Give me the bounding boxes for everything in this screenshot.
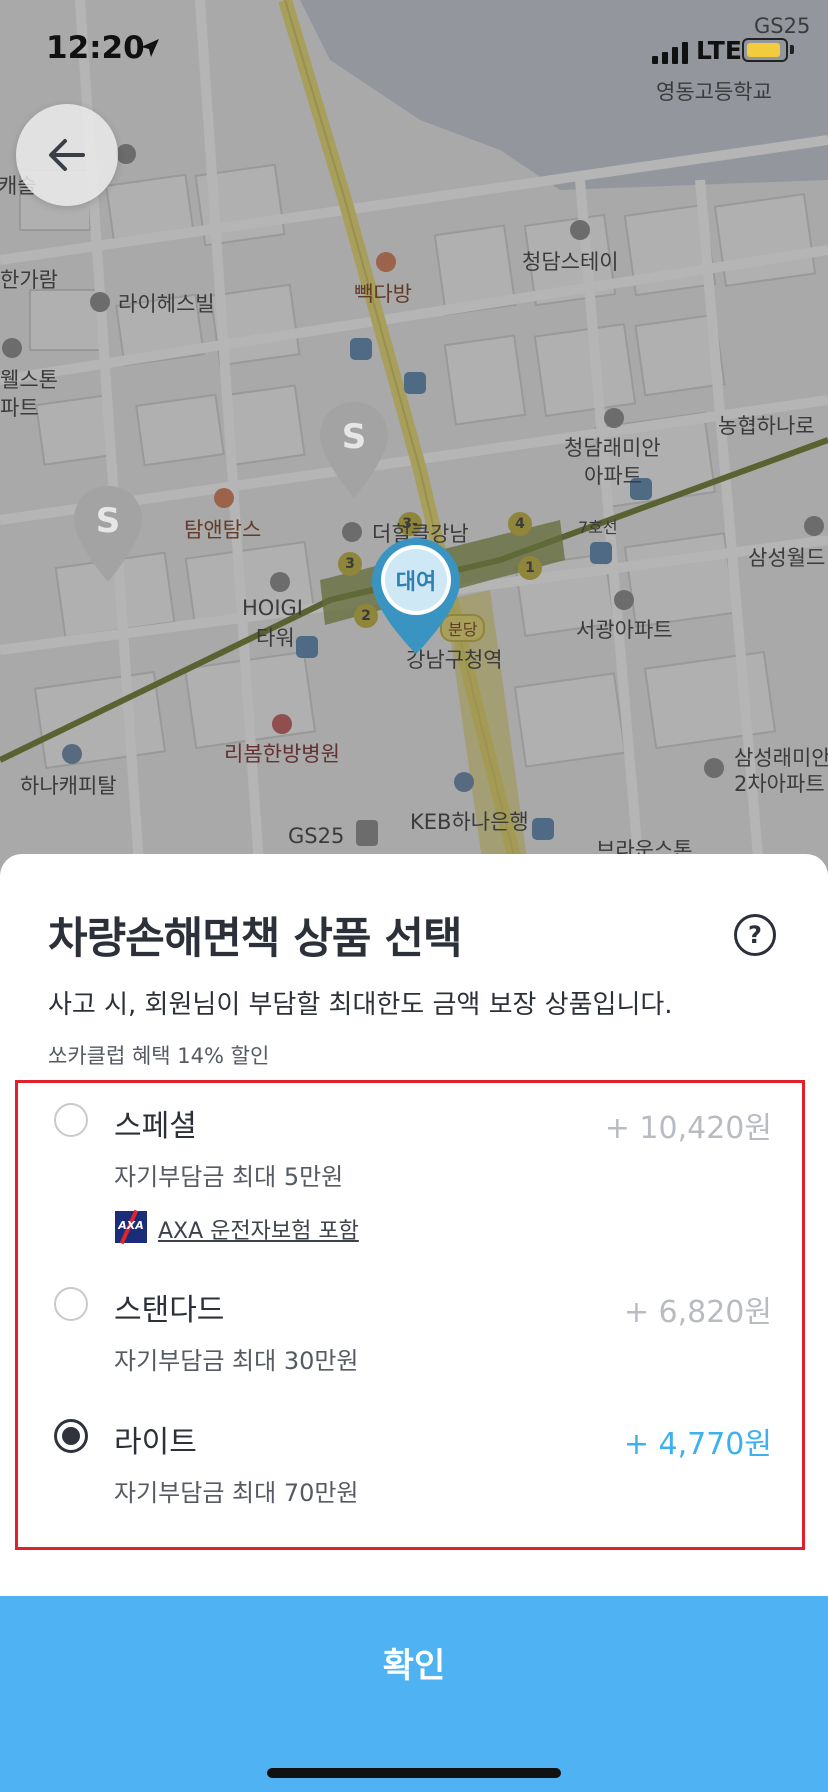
home-indicator: [267, 1768, 561, 1778]
axa-insurance-link[interactable]: AXA 운전자보험 포함: [158, 1213, 359, 1245]
station-marker-label: S: [342, 417, 367, 457]
radio-icon[interactable]: [54, 1103, 88, 1137]
option-deductible: 자기부담금 최대 70만원: [114, 1479, 359, 1507]
option-name: 스페셜: [114, 1109, 197, 1144]
confirm-button[interactable]: 확인: [0, 1596, 828, 1792]
map-dim-overlay: [0, 0, 828, 880]
back-arrow-icon: [49, 139, 85, 171]
option-name: 스탠다드: [114, 1293, 225, 1328]
option-special[interactable]: 스페셜 + 10,420원 자기부담금 최대 5만원 AXA AXA 운전자보험…: [18, 1083, 802, 1267]
network-type: LTE: [696, 36, 742, 65]
options-group: 스페셜 + 10,420원 자기부담금 최대 5만원 AXA AXA 운전자보험…: [15, 1080, 805, 1550]
radio-icon[interactable]: [54, 1287, 88, 1321]
pickup-pin-label: 대여: [396, 570, 436, 595]
discount-note: 쏘카클럽 혜택 14% 할인: [48, 1044, 270, 1068]
location-arrow-icon: [141, 39, 159, 57]
station-marker[interactable]: S: [72, 484, 144, 584]
battery-icon: [742, 38, 788, 62]
option-deductible: 자기부담금 최대 5만원: [114, 1163, 344, 1191]
sheet-description: 사고 시, 회원님이 부담할 최대한도 금액 보장 상품입니다.: [48, 990, 673, 1020]
option-price: + 10,420원: [604, 1111, 772, 1146]
station-marker[interactable]: S: [318, 400, 390, 500]
pickup-location-pin[interactable]: 대여: [370, 536, 462, 656]
map-view[interactable]: 3-1 4 3 1 2 영동고등학교 GS25 청담스테이 빽다방 라이헤스빌 …: [0, 0, 828, 880]
confirm-button-label: 확인: [382, 1646, 446, 1686]
option-price: + 4,770원: [623, 1427, 772, 1462]
battery-tip: [790, 45, 794, 54]
back-button[interactable]: [16, 104, 118, 206]
signal-icon: [652, 42, 688, 64]
status-time: 12:20: [46, 30, 145, 66]
option-standard[interactable]: 스탠다드 + 6,820원 자기부담금 최대 30만원: [18, 1267, 802, 1397]
option-name: 라이트: [114, 1425, 197, 1460]
station-marker-label: S: [96, 501, 121, 541]
option-deductible: 자기부담금 최대 30만원: [114, 1347, 359, 1375]
option-lite[interactable]: 라이트 + 4,770원 자기부담금 최대 70만원: [18, 1397, 802, 1527]
axa-logo-icon: AXA: [115, 1209, 147, 1245]
radio-icon[interactable]: [54, 1419, 88, 1453]
option-price: + 6,820원: [623, 1295, 772, 1330]
status-bar: 12:20 LTE: [0, 0, 828, 100]
sheet-title: 차량손해면책 상품 선택: [48, 914, 463, 964]
help-icon[interactable]: ?: [734, 914, 776, 956]
